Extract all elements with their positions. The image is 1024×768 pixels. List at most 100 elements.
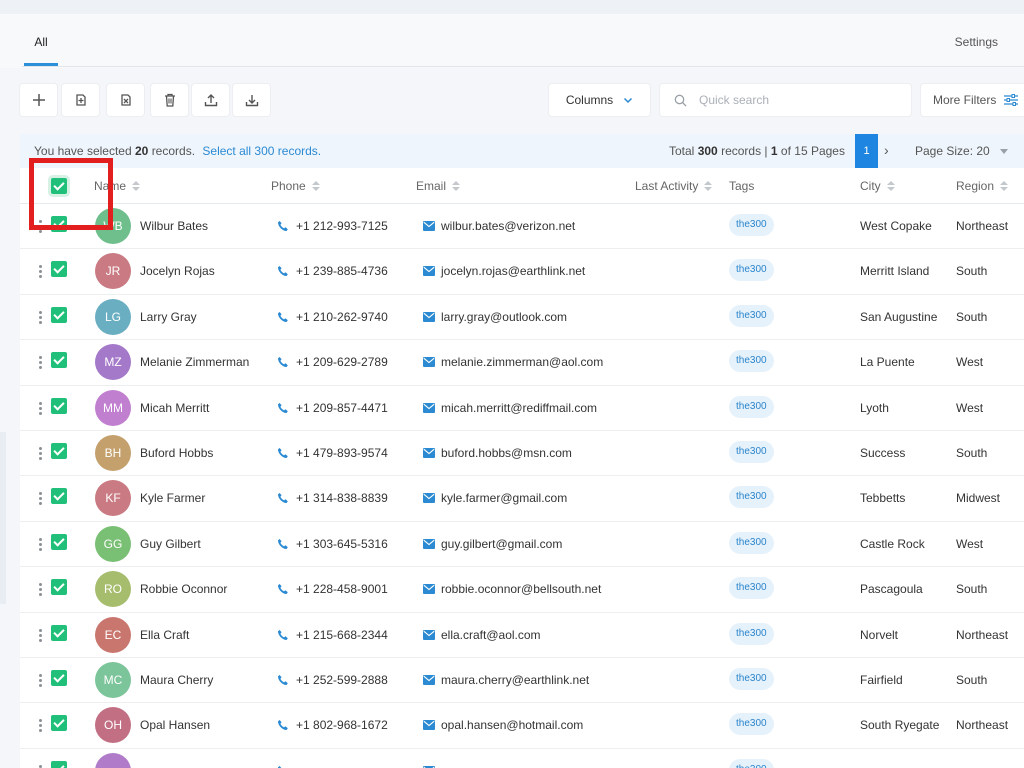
tab-settings[interactable]: Settings	[955, 14, 998, 66]
table-row[interactable]: KF Kyle Farmer +1 314-838-8839 kyle.farmer@…	[20, 476, 1024, 522]
table-row[interactable]: MZ Melanie Zimmerman +1 209-629-2789 melani…	[20, 340, 1024, 386]
contact-phone[interactable]: +1 212-993-7125	[296, 204, 388, 249]
columns-dropdown[interactable]: Columns	[549, 84, 650, 116]
drag-handle-icon[interactable]	[39, 719, 42, 733]
row-checkbox[interactable]	[51, 669, 67, 686]
row-checkbox[interactable]	[51, 715, 67, 732]
contact-email[interactable]: guy.gilbert@gmail.com	[441, 522, 562, 567]
tag-badge[interactable]: the300	[729, 622, 774, 645]
tag-badge[interactable]: the300	[729, 440, 774, 463]
contact-name[interactable]: Melanie Zimmerman	[140, 340, 249, 385]
row-checkbox[interactable]	[51, 488, 67, 505]
row-checkbox[interactable]	[51, 579, 67, 596]
row-checkbox[interactable]	[51, 397, 67, 414]
contact-name[interactable]: Robbie Oconnor	[140, 567, 227, 612]
drag-handle-icon[interactable]	[39, 310, 42, 325]
tag-badge[interactable]: the300	[729, 214, 774, 236]
row-checkbox[interactable]	[51, 261, 67, 278]
table-row[interactable]: JR Jocelyn Rojas +1 239-885-4736 jocelyn.ro…	[20, 249, 1024, 295]
table-row[interactable]: OH Opal Hansen +1 802-968-1672 opal.hansen@…	[20, 703, 1024, 749]
drag-handle-icon[interactable]	[39, 446, 42, 461]
search-input[interactable]	[699, 93, 899, 107]
contact-phone[interactable]: +1 239-885-4736	[296, 249, 388, 294]
contact-phone[interactable]: +1 210-262-9740	[296, 295, 388, 340]
contact-phone[interactable]: +1 252-599-2888	[296, 658, 388, 703]
table-row[interactable]: the300	[20, 749, 1024, 768]
row-checkbox[interactable]	[51, 624, 67, 641]
table-row[interactable]: GG Guy Gilbert +1 303-645-5316 guy.gilbert@…	[20, 522, 1024, 568]
tag-badge[interactable]: the300	[729, 531, 774, 554]
tag-badge[interactable]: the300	[729, 350, 774, 373]
contact-phone[interactable]: +1 228-458-9001	[296, 567, 388, 612]
tag-badge[interactable]: the300	[729, 758, 774, 768]
tag-badge[interactable]: the300	[729, 304, 774, 327]
column-header-region[interactable]: Region	[956, 168, 1009, 204]
contact-email[interactable]: wilbur.bates@verizon.net	[441, 204, 575, 249]
tag-badge[interactable]: the300	[729, 577, 774, 600]
table-row[interactable]: MC Maura Cherry +1 252-599-2888 maura.cherr…	[20, 658, 1024, 704]
table-row[interactable]: LG Larry Gray +1 210-262-9740 larry.gray@ou…	[20, 295, 1024, 341]
table-row[interactable]: MM Micah Merritt +1 209-857-4471 micah.merr…	[20, 386, 1024, 431]
contact-email[interactable]: kyle.farmer@gmail.com	[441, 476, 567, 521]
tag-badge[interactable]: the300	[729, 395, 774, 418]
drag-handle-icon[interactable]	[39, 673, 42, 688]
contact-name[interactable]: Kyle Farmer	[140, 476, 205, 521]
contact-name[interactable]: Larry Gray	[140, 295, 197, 340]
contact-phone[interactable]: +1 314-838-8839	[296, 476, 388, 521]
drag-handle-icon[interactable]	[39, 356, 42, 370]
contact-email[interactable]: larry.gray@outlook.com	[441, 295, 567, 340]
column-header-phone[interactable]: Phone	[271, 168, 320, 204]
tab-all[interactable]: All	[24, 14, 58, 66]
table-row[interactable]: EC Ella Craft +1 215-668-2344 ella.craft@ao…	[20, 613, 1024, 658]
contact-phone[interactable]: +1 802-968-1672	[296, 703, 388, 748]
contact-email[interactable]: ella.craft@aol.com	[441, 613, 541, 658]
tag-badge[interactable]: the300	[729, 259, 774, 282]
page-1-button[interactable]: 1	[855, 134, 878, 168]
tag-badge[interactable]: the300	[729, 667, 774, 690]
contact-email[interactable]: maura.cherry@earthlink.net	[441, 658, 589, 703]
assign-tag-button[interactable]	[62, 84, 99, 116]
contact-email[interactable]: robbie.oconnor@bellsouth.net	[441, 567, 601, 612]
contact-phone[interactable]: +1 479-893-9574	[296, 431, 388, 476]
contact-email[interactable]: opal.hansen@hotmail.com	[441, 703, 583, 748]
contact-phone[interactable]: +1 209-629-2789	[296, 340, 388, 385]
contact-email[interactable]: melanie.zimmerman@aol.com	[441, 340, 603, 385]
table-row[interactable]: BH Buford Hobbs +1 479-893-9574 buford.hobb…	[20, 431, 1024, 477]
drag-handle-icon[interactable]	[39, 628, 42, 643]
add-record-button[interactable]	[20, 84, 57, 116]
contact-name[interactable]: Maura Cherry	[140, 658, 213, 703]
contact-name[interactable]: Micah Merritt	[140, 386, 209, 431]
contact-name[interactable]: Opal Hansen	[140, 703, 210, 748]
contact-name[interactable]: Buford Hobbs	[140, 431, 213, 476]
tag-badge[interactable]: the300	[729, 486, 774, 509]
delete-button[interactable]	[151, 84, 188, 116]
contact-name[interactable]: Guy Gilbert	[140, 522, 201, 567]
row-checkbox[interactable]	[51, 352, 67, 369]
contact-phone[interactable]: +1 303-645-5316	[296, 522, 388, 567]
contact-phone[interactable]: +1 209-857-4471	[296, 386, 388, 431]
drag-handle-icon[interactable]	[39, 265, 42, 279]
contact-email[interactable]: buford.hobbs@msn.com	[441, 431, 572, 476]
contact-name[interactable]: Ella Craft	[140, 613, 189, 658]
contact-name[interactable]: Jocelyn Rojas	[140, 249, 215, 294]
drag-handle-icon[interactable]	[39, 583, 42, 597]
table-row[interactable]: RO Robbie Oconnor +1 228-458-9001 robbie.oc…	[20, 567, 1024, 613]
table-row[interactable]: WB Wilbur Bates +1 212-993-7125 wilbur.bate…	[20, 204, 1024, 250]
import-button[interactable]	[192, 84, 229, 116]
contact-name[interactable]: Wilbur Bates	[140, 204, 208, 249]
tag-badge[interactable]: the300	[729, 713, 774, 736]
next-page-button[interactable]: ›	[884, 134, 889, 166]
column-header-email[interactable]: Email	[416, 168, 461, 204]
export-button[interactable]	[233, 84, 270, 116]
contact-email[interactable]: micah.merritt@rediffmail.com	[441, 386, 597, 431]
row-checkbox[interactable]	[51, 760, 67, 768]
drag-handle-icon[interactable]	[39, 537, 42, 552]
column-header-city[interactable]: City	[860, 168, 895, 204]
row-checkbox[interactable]	[51, 306, 67, 323]
select-all-link[interactable]: Select all 300 records.	[202, 144, 321, 158]
drag-handle-icon[interactable]	[39, 492, 42, 506]
row-checkbox[interactable]	[51, 442, 67, 459]
page-size-select[interactable]: Page Size: 20	[915, 134, 1008, 168]
unassign-tag-button[interactable]	[107, 84, 144, 116]
drag-handle-icon[interactable]	[39, 401, 42, 416]
